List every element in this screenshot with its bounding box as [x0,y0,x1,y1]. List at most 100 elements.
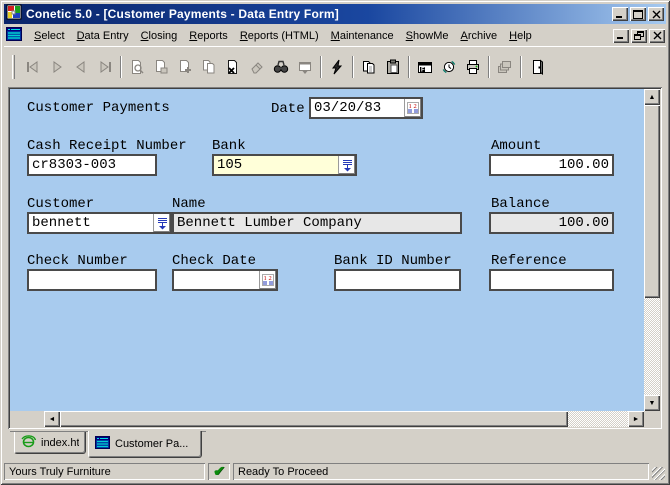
lookup-list-icon[interactable] [338,156,355,174]
check-icon: ✔ [213,463,225,480]
find-button[interactable] [269,55,293,79]
nav-next-icon [49,59,65,75]
reference-field [489,269,614,291]
menu-data-entry[interactable]: Data Entry [71,28,135,44]
save-record-button[interactable] [149,55,173,79]
toolbar-grip[interactable] [12,55,15,79]
last-record-button[interactable] [93,55,117,79]
name-input[interactable] [174,214,460,232]
check-date-input[interactable] [174,271,259,289]
check-date-label: Check Date [172,253,256,269]
mdi-restore-button[interactable] [631,29,647,43]
scroll-right-icon[interactable]: ► [628,411,644,427]
svg-text:2: 2 [414,103,417,110]
status-company: Yours Truly Furniture [4,463,205,480]
svg-text:2: 2 [269,275,272,282]
view-record-button[interactable] [125,55,149,79]
menu-maintenance[interactable]: Maintenance [325,28,400,44]
previous-record-button[interactable] [69,55,93,79]
exit-door-icon [529,59,545,75]
name-field [172,212,462,234]
cash-receipt-number-input[interactable] [29,156,155,174]
customer-input[interactable] [29,214,153,232]
nav-last-icon [97,59,113,75]
page-plus-icon [177,59,193,75]
menu-showme[interactable]: ShowMe [400,28,455,44]
exit-button[interactable] [525,55,549,79]
add-record-button[interactable] [173,55,197,79]
clear-form-button[interactable] [245,55,269,79]
page-copy-icon [201,59,217,75]
menu-select[interactable]: Select [28,28,71,44]
delete-record-button[interactable] [221,55,245,79]
copy-button[interactable] [357,55,381,79]
window-down-icon [297,59,313,75]
bank-id-number-label: Bank ID Number [334,253,452,269]
check-number-input[interactable] [29,271,155,289]
svg-text:F: F [421,68,425,74]
duplicate-record-button[interactable] [197,55,221,79]
balance-input[interactable] [491,214,612,232]
application-window: Conetic 5.0 - [Customer Payments - Data … [0,0,670,485]
reference-input[interactable] [491,271,612,289]
vertical-scroll-thumb[interactable] [644,105,660,298]
horizontal-scroll-thumb[interactable] [60,411,568,427]
minimize-button[interactable] [612,7,628,21]
scroll-up-icon[interactable]: ▲ [644,89,660,105]
title-bar: Conetic 5.0 - [Customer Payments - Data … [4,4,666,24]
status-message: Ready To Proceed [233,463,649,480]
name-label: Name [172,196,206,212]
form-window-button[interactable]: F [413,55,437,79]
lookup-list-icon[interactable] [153,214,170,232]
calendar-icon[interactable]: 12 [259,271,276,289]
menu-closing[interactable]: Closing [135,28,184,44]
nav-first-icon [25,59,41,75]
scroll-down-icon[interactable]: ▼ [644,395,660,411]
horizontal-scroll-track[interactable] [60,411,628,427]
menu-bar: SelectData EntryClosingReportsReports (H… [4,26,666,45]
window-title: Conetic 5.0 - [Customer Payments - Data … [26,7,612,21]
vertical-scroll-track[interactable] [644,105,660,395]
date-label: Date [271,101,305,117]
check-date-field: 12 [172,269,278,291]
execute-button[interactable] [325,55,349,79]
status-bar: Yours Truly Furniture ✔ Ready To Proceed [4,462,666,481]
scroll-left-icon[interactable]: ◄ [44,411,60,427]
history-button[interactable] [437,55,461,79]
mdi-close-button[interactable] [649,29,665,43]
next-record-button[interactable] [45,55,69,79]
tab-index-html[interactable]: index.html [14,432,86,454]
first-record-button[interactable] [21,55,45,79]
horizontal-scrollbar: ◄ ► [44,411,644,427]
amount-field [489,154,614,176]
toolbar-separator [120,56,122,78]
calendar-icon[interactable]: 12 [404,99,421,117]
mdi-child-icon[interactable] [6,27,22,44]
vertical-scrollbar: ▲ ▼ [644,89,660,411]
amount-input[interactable] [491,156,612,174]
mdi-minimize-button[interactable] [613,29,629,43]
menu-help[interactable]: Help [503,28,538,44]
maximize-button[interactable] [630,7,646,21]
print-button[interactable] [461,55,485,79]
window-f-icon: F [417,59,433,75]
menu-archive[interactable]: Archive [454,28,503,44]
form-window-icon [95,436,110,452]
status-check-panel: ✔ [208,463,230,480]
resize-grip[interactable] [652,467,665,480]
menu-reports[interactable]: Reports [183,28,234,44]
date-input[interactable] [311,99,404,117]
post-record-button[interactable] [293,55,317,79]
bank-input[interactable] [214,156,338,174]
menu-reports-html[interactable]: Reports (HTML) [234,28,325,44]
close-button[interactable] [648,7,664,21]
cash-receipt-number-label: Cash Receipt Number [27,138,187,154]
batch-button[interactable] [493,55,517,79]
tab-customer-payments[interactable]: Customer Pa... [88,431,202,458]
customer-label: Customer [27,196,94,212]
paste-icon [385,59,401,75]
paste-button[interactable] [381,55,405,79]
bank-id-number-input[interactable] [336,271,459,289]
page-disk-icon [153,59,169,75]
toolbar-separator [320,56,322,78]
